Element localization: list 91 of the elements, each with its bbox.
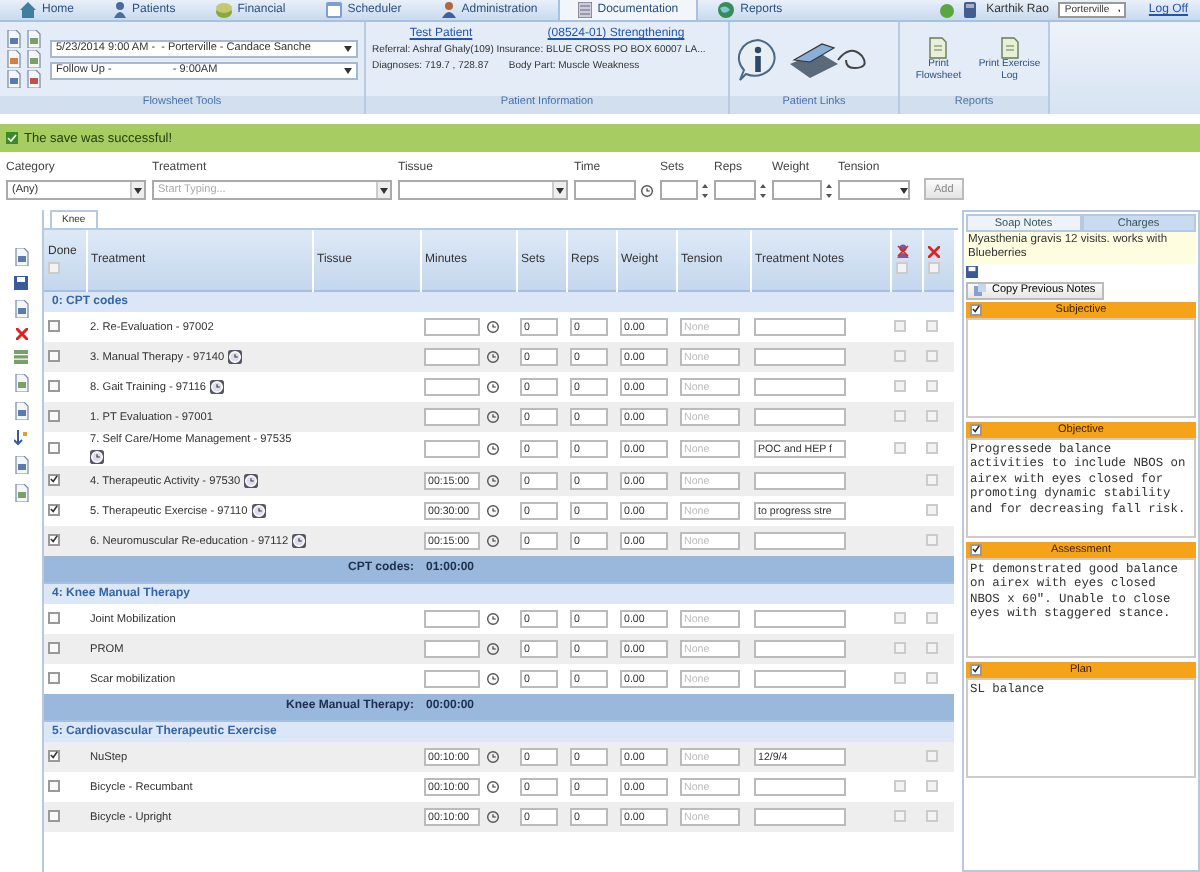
document-icon: [577, 2, 592, 18]
checkbox[interactable]: [48, 809, 60, 821]
person-remove-icon: [895, 244, 909, 259]
calendar-icon: [325, 2, 342, 18]
clock-icon: [486, 534, 500, 548]
notes-field[interactable]: [754, 318, 846, 336]
checkbox[interactable]: [48, 611, 60, 623]
caret-icon: [134, 187, 142, 193]
caret-icon: [380, 187, 388, 193]
minutes-field[interactable]: [424, 640, 480, 658]
checkbox[interactable]: [970, 423, 982, 436]
info-icon[interactable]: [736, 37, 780, 81]
caret-icon: [344, 45, 352, 51]
house-icon: [20, 2, 36, 18]
notes-field[interactable]: [754, 532, 846, 550]
minutes-field[interactable]: [424, 670, 480, 688]
minutes-field[interactable]: [424, 610, 480, 628]
checkbox[interactable]: [48, 349, 60, 361]
weight-field[interactable]: [772, 180, 822, 200]
clock-icon: [486, 410, 500, 424]
checkbox[interactable]: [970, 303, 982, 316]
checkbox[interactable]: [48, 473, 60, 486]
person-icon: [114, 2, 127, 18]
notes-field[interactable]: [754, 778, 846, 796]
clock-icon: [486, 504, 500, 518]
clock-icon: [486, 672, 500, 686]
clock-icon: [486, 320, 500, 334]
caret-icon: [556, 187, 564, 193]
minutes-field[interactable]: [424, 440, 480, 458]
save-icon: [14, 276, 28, 290]
checkbox[interactable]: [48, 379, 60, 391]
clock-icon: [486, 474, 500, 488]
checkbox[interactable]: [48, 441, 60, 453]
clock-icon: [486, 750, 500, 764]
document-icon: [13, 456, 29, 474]
copy-icon: [974, 284, 986, 297]
caret-icon: [344, 67, 352, 73]
coin-icon: [215, 2, 232, 18]
checkbox[interactable]: [48, 641, 60, 653]
save-icon: [966, 265, 978, 278]
clock-icon: [486, 642, 500, 656]
sort-icon: [14, 430, 28, 446]
tension-select[interactable]: [838, 180, 910, 200]
clock-icon: [486, 612, 500, 626]
spinner-icon: [826, 181, 832, 199]
clock-icon: [486, 380, 500, 394]
document-icon: [13, 484, 29, 502]
tissue-select[interactable]: [398, 180, 568, 200]
checkbox[interactable]: [970, 663, 982, 676]
minutes-field[interactable]: [424, 378, 480, 396]
notes-field[interactable]: [754, 640, 846, 658]
time-field[interactable]: [574, 180, 636, 200]
clock-icon: [640, 183, 654, 197]
clock-icon: [486, 442, 500, 456]
person-icon: [441, 2, 456, 18]
sets-field[interactable]: [660, 180, 698, 200]
checkbox[interactable]: [48, 409, 60, 421]
caret-icon: [900, 187, 908, 193]
minutes-field[interactable]: [424, 318, 480, 336]
clock-icon: [486, 810, 500, 824]
spinner-icon: [760, 181, 766, 199]
close-icon: [927, 245, 939, 258]
globe-icon: [718, 2, 735, 18]
notes-field[interactable]: [754, 670, 846, 688]
clock-icon: [486, 350, 500, 364]
grid-icon: [14, 350, 28, 364]
checkbox[interactable]: [48, 503, 60, 516]
spinner-icon: [702, 181, 708, 199]
success-icon: [6, 132, 18, 144]
minutes-field[interactable]: [424, 408, 480, 426]
close-icon: [15, 328, 27, 340]
checkbox[interactable]: [48, 749, 60, 762]
notes-field[interactable]: [754, 378, 846, 396]
status-circle-icon: [940, 3, 955, 17]
document-icon: [928, 36, 949, 60]
notes-field[interactable]: [754, 610, 846, 628]
notes-field[interactable]: [754, 408, 846, 426]
reps-field[interactable]: [714, 180, 756, 200]
checkbox[interactable]: [48, 533, 60, 546]
clock-icon: [486, 780, 500, 794]
checkbox[interactable]: [48, 671, 60, 683]
checkbox[interactable]: [48, 319, 60, 331]
checkbox[interactable]: [48, 779, 60, 791]
document-icon: [999, 36, 1020, 60]
notes-field[interactable]: [754, 348, 846, 366]
notes-field[interactable]: [754, 808, 846, 826]
minutes-field[interactable]: [424, 348, 480, 366]
book-icon: [964, 2, 977, 18]
notes-field[interactable]: [754, 472, 846, 490]
checkbox[interactable]: [970, 543, 982, 556]
document-icon: [13, 402, 29, 420]
